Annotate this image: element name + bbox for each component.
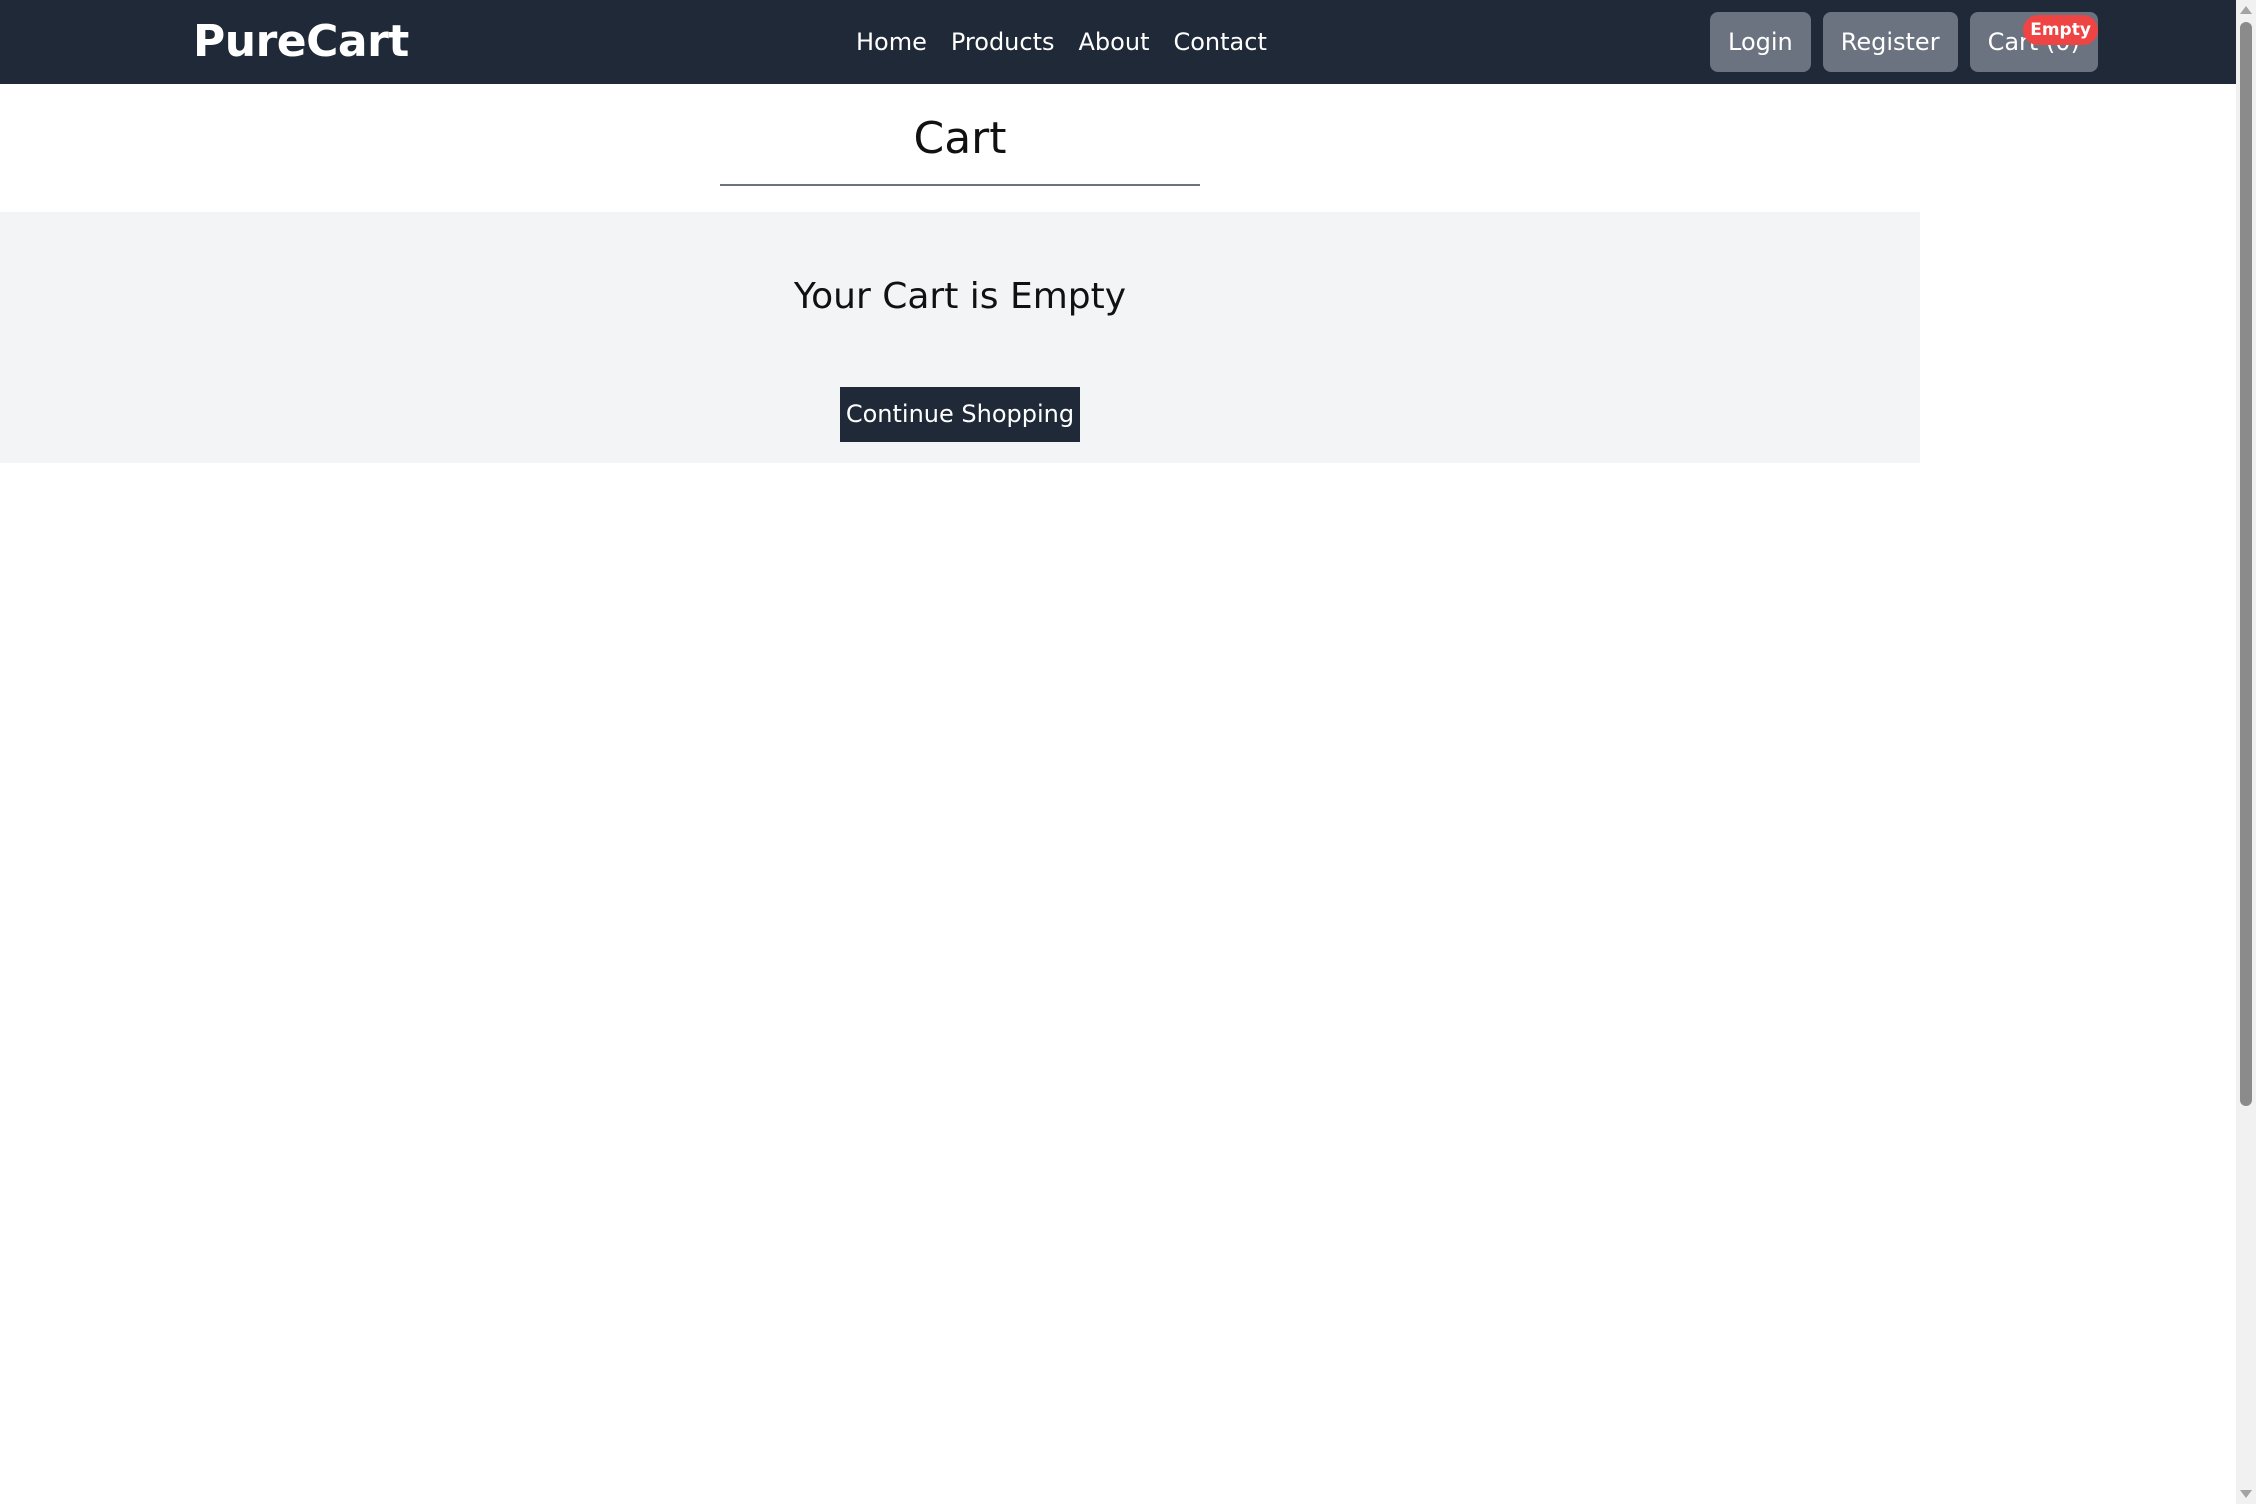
nav-link-home[interactable]: Home [856,18,927,66]
vertical-scrollbar[interactable] [2236,0,2256,1504]
nav-link-about[interactable]: About [1079,18,1150,66]
nav-links: Home Products About Contact [856,18,1267,66]
cart-button[interactable]: Cart (0) Empty [1969,12,2098,72]
nav-buttons: Login Register Cart (0) Empty [1710,12,2098,72]
empty-cart-message: Your Cart is Empty [793,276,1127,317]
empty-cart-panel: Your Cart is Empty Continue Shopping [0,212,1920,463]
continue-shopping-button[interactable]: Continue Shopping [840,387,1080,442]
page-title: Cart [913,113,1007,164]
register-button-label: Register [1840,28,1940,56]
scrollbar-thumb[interactable] [2240,22,2252,1106]
scroll-up-arrow-icon[interactable] [2240,6,2252,14]
register-button[interactable]: Register [1822,12,1958,72]
page: PureCart Home Products About Contact Log… [0,0,2256,1504]
scroll-down-arrow-icon[interactable] [2240,1490,2252,1498]
navbar: PureCart Home Products About Contact Log… [0,0,2236,84]
cart-status-badge: Empty [2023,15,2098,45]
brand-logo[interactable]: PureCart [193,12,409,72]
nav-link-products[interactable]: Products [951,18,1055,66]
login-button[interactable]: Login [1710,12,1811,72]
login-button-label: Login [1728,28,1793,56]
title-divider [720,184,1200,186]
nav-link-contact[interactable]: Contact [1173,18,1266,66]
